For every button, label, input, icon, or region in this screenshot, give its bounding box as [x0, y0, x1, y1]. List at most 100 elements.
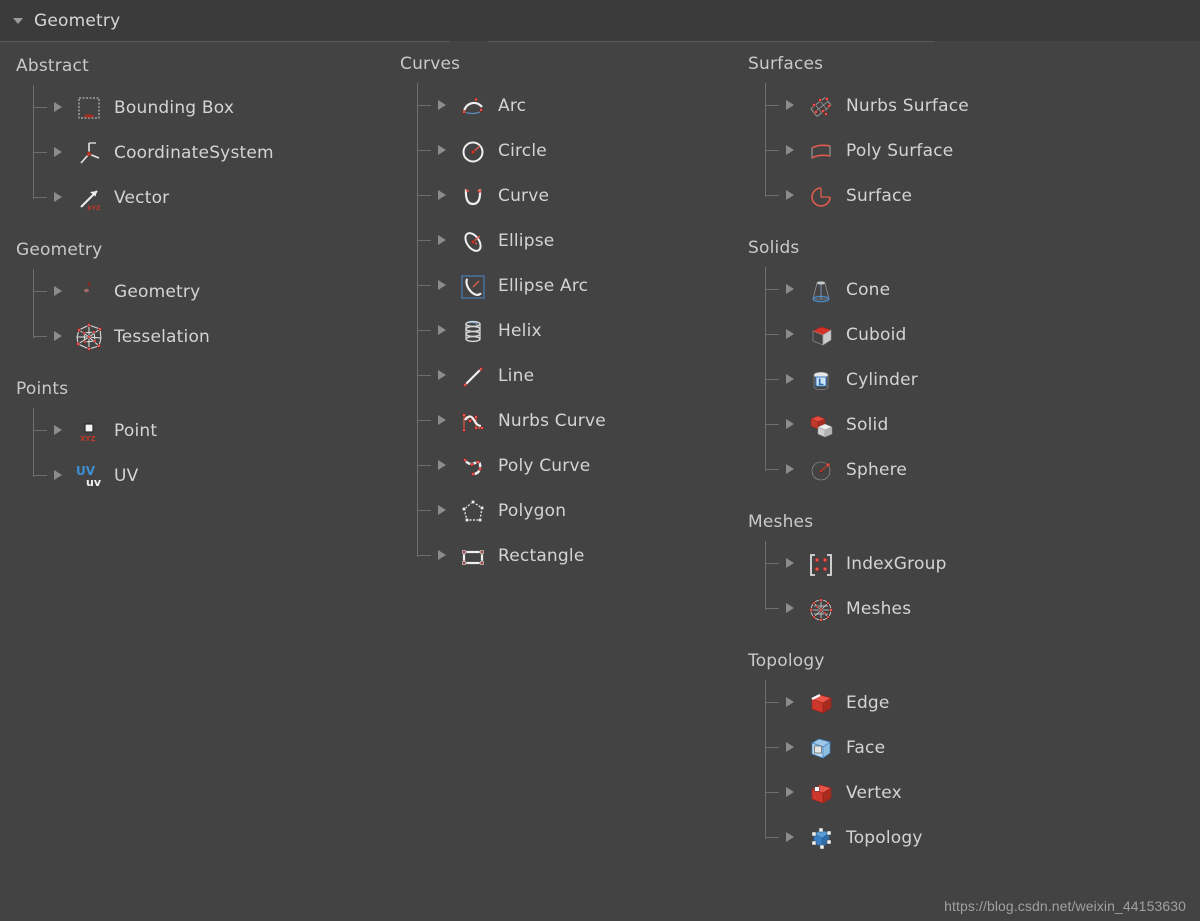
tree-branch-line: [417, 420, 431, 421]
tree-item-vertex[interactable]: Vertex: [748, 770, 1200, 815]
chevron-right-icon[interactable]: [786, 284, 794, 294]
column-right: Surfaces Nurbs Surface Poly Surface Surf…: [748, 42, 1200, 860]
tree-item-polygon[interactable]: Polygon: [400, 488, 745, 533]
chevron-right-icon[interactable]: [786, 603, 794, 613]
chevron-right-icon[interactable]: [786, 329, 794, 339]
chevron-right-icon[interactable]: [786, 787, 794, 797]
tree-branch-line: [765, 150, 779, 151]
tree-item-arc[interactable]: Arc: [400, 83, 745, 128]
chevron-right-icon[interactable]: [786, 374, 794, 384]
chevron-right-icon[interactable]: [54, 331, 62, 341]
chevron-right-icon[interactable]: [438, 100, 446, 110]
tree-item-cone[interactable]: Cone: [748, 267, 1200, 312]
arc-icon: [458, 91, 488, 121]
tree-item-curve[interactable]: Curve: [400, 173, 745, 218]
chevron-right-icon[interactable]: [786, 832, 794, 842]
tree-item-poly-surface[interactable]: Poly Surface: [748, 128, 1200, 173]
tree-item-label: Face: [846, 737, 886, 758]
chevron-right-icon[interactable]: [786, 100, 794, 110]
chevron-right-icon[interactable]: [786, 419, 794, 429]
ellipse-icon: [458, 226, 488, 256]
tree-item-coordinatesystem[interactable]: CoordinateSystem: [16, 130, 396, 175]
chevron-right-icon[interactable]: [786, 742, 794, 752]
tree-item-label: Cone: [846, 279, 891, 300]
poly-curve-icon: [458, 451, 488, 481]
tree-item-label: Topology: [846, 827, 923, 848]
chevron-right-icon[interactable]: [54, 286, 62, 296]
tree-branch-line: [417, 555, 431, 556]
group-items: Nurbs Surface Poly Surface Surface: [748, 83, 1200, 218]
chevron-right-icon[interactable]: [786, 558, 794, 568]
tree-item-edge[interactable]: Edge: [748, 680, 1200, 725]
tree-item-geometry[interactable]: Geometry: [16, 269, 396, 314]
tree-item-uv[interactable]: UV uv UV: [16, 453, 396, 498]
tree-item-label: Sphere: [846, 459, 908, 480]
chevron-right-icon[interactable]: [438, 325, 446, 335]
tree-branch-line: [765, 289, 779, 290]
tree-item-nurbs-curve[interactable]: Nurbs Curve: [400, 398, 745, 443]
tree-item-label: Arc: [498, 95, 527, 116]
tree-item-ellipse[interactable]: Ellipse: [400, 218, 745, 263]
tree-item-solid[interactable]: Solid: [748, 402, 1200, 447]
chevron-right-icon[interactable]: [54, 425, 62, 435]
tree-item-indexgroup[interactable]: IndexGroup: [748, 541, 1200, 586]
chevron-right-icon[interactable]: [438, 190, 446, 200]
index-group-icon: [806, 549, 836, 579]
chevron-right-icon[interactable]: [438, 370, 446, 380]
chevron-right-icon[interactable]: [786, 190, 794, 200]
tree-item-label: Point: [114, 420, 158, 441]
tree-branch-line: [33, 152, 47, 153]
tree-item-rectangle[interactable]: Rectangle: [400, 533, 745, 578]
tree-branch-line: [765, 702, 779, 703]
tree-item-meshes[interactable]: Meshes: [748, 586, 1200, 631]
chevron-right-icon[interactable]: [786, 145, 794, 155]
chevron-right-icon[interactable]: [786, 464, 794, 474]
chevron-right-icon[interactable]: [54, 102, 62, 112]
tree-item-poly-curve[interactable]: Poly Curve: [400, 443, 745, 488]
tree-branch-line: [33, 291, 47, 292]
tree-item-topology[interactable]: Topology: [748, 815, 1200, 860]
tree-item-ellipse-arc[interactable]: Ellipse Arc: [400, 263, 745, 308]
tree-item-tesselation[interactable]: Tesselation: [16, 314, 396, 359]
chevron-right-icon[interactable]: [438, 280, 446, 290]
category-columns: Abstract Bounding Box CoordinateSystem X…: [0, 42, 1200, 921]
chevron-right-icon[interactable]: [54, 147, 62, 157]
helix-icon: [458, 316, 488, 346]
tree-branch-line: [417, 285, 431, 286]
nurbs-curve-icon: [458, 406, 488, 436]
tree-item-line[interactable]: Line: [400, 353, 745, 398]
chevron-right-icon[interactable]: [54, 470, 62, 480]
tree-item-face[interactable]: Face: [748, 725, 1200, 770]
tree-item-helix[interactable]: Helix: [400, 308, 745, 353]
panel-header[interactable]: Geometry: [0, 0, 1200, 41]
triangle-down-icon[interactable]: [13, 15, 24, 26]
tree-item-sphere[interactable]: Sphere: [748, 447, 1200, 492]
tree-item-bounding-box[interactable]: Bounding Box: [16, 85, 396, 130]
group-items: Bounding Box CoordinateSystem XYZ Vector: [16, 85, 396, 220]
chevron-right-icon[interactable]: [786, 697, 794, 707]
chevron-right-icon[interactable]: [438, 235, 446, 245]
tree-item-point[interactable]: XYZ Point: [16, 408, 396, 453]
tree-item-vector[interactable]: XYZ Vector: [16, 175, 396, 220]
tree-item-label: UV: [114, 465, 139, 486]
chevron-right-icon[interactable]: [54, 192, 62, 202]
sphere-icon: [806, 455, 836, 485]
tree-item-cylinder[interactable]: L Cylinder: [748, 357, 1200, 402]
tree-item-surface[interactable]: Surface: [748, 173, 1200, 218]
tree-item-label: Line: [498, 365, 535, 386]
tree-item-nurbs-surface[interactable]: Nurbs Surface: [748, 83, 1200, 128]
chevron-right-icon[interactable]: [438, 505, 446, 515]
tree-item-cuboid[interactable]: Cuboid: [748, 312, 1200, 357]
chevron-right-icon[interactable]: [438, 460, 446, 470]
bounding-box-icon: [74, 93, 104, 123]
tree-branch-line: [417, 150, 431, 151]
chevron-right-icon[interactable]: [438, 550, 446, 560]
chevron-right-icon[interactable]: [438, 145, 446, 155]
tree-item-circle[interactable]: Circle: [400, 128, 745, 173]
polygon-icon: [458, 496, 488, 526]
tree-item-label: Bounding Box: [114, 97, 235, 118]
tree-branch-line: [765, 469, 779, 470]
topology-icon: [806, 823, 836, 853]
curve-icon: [458, 181, 488, 211]
chevron-right-icon[interactable]: [438, 415, 446, 425]
